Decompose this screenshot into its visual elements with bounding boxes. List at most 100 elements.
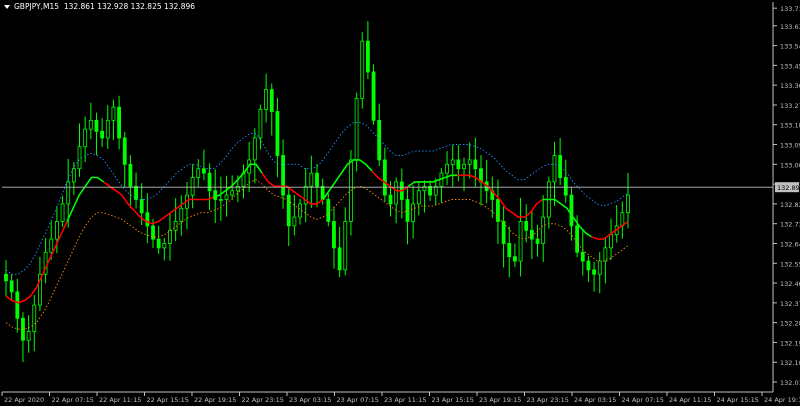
candle-body bbox=[507, 243, 512, 258]
candle-body bbox=[139, 199, 144, 214]
time-tick-label: 24 Apr 19:15 bbox=[764, 396, 800, 404]
price-tick-label: 133.630 bbox=[780, 23, 800, 31]
candle-body bbox=[252, 137, 257, 161]
candle-body bbox=[428, 185, 432, 196]
candle-body bbox=[207, 172, 212, 192]
moving-average-line bbox=[103, 181, 214, 225]
candle-body bbox=[15, 291, 20, 319]
candle-body bbox=[473, 159, 478, 170]
candle-body bbox=[168, 229, 172, 244]
candle-body bbox=[94, 119, 99, 132]
price-tick-label: 132.370 bbox=[780, 300, 800, 308]
price-tick-label: 132.820 bbox=[780, 201, 800, 209]
time-tick-label: 23 Apr 07:15 bbox=[337, 396, 379, 404]
price-tick-label: 132.190 bbox=[780, 339, 800, 347]
candle-body bbox=[586, 260, 591, 271]
moving-average-line bbox=[408, 174, 458, 187]
time-tick-label: 24 Apr 03:15 bbox=[574, 396, 616, 404]
candle-body bbox=[292, 216, 297, 227]
candle-body bbox=[580, 251, 585, 262]
candle-body bbox=[541, 216, 546, 244]
candle-body bbox=[360, 40, 365, 99]
candle-body bbox=[592, 269, 596, 275]
candle-body bbox=[603, 247, 608, 262]
candle-body bbox=[445, 163, 449, 174]
moving-average-line bbox=[322, 159, 373, 200]
candle-body bbox=[569, 194, 574, 227]
price-chart[interactable]: 133.710 133.630 133.540 133.450 133.360 133.2… bbox=[0, 0, 800, 406]
candle-body bbox=[218, 199, 223, 201]
candle-body bbox=[286, 194, 291, 227]
candle-body bbox=[88, 119, 93, 130]
time-tick-label: 23 Apr 11:15 bbox=[384, 396, 426, 404]
price-tick-label: 133.360 bbox=[780, 82, 800, 90]
candle-body bbox=[111, 106, 116, 121]
price-tick-label: 133.710 bbox=[780, 5, 800, 13]
candle-body bbox=[326, 199, 331, 222]
price-tick-label: 133.000 bbox=[780, 161, 800, 169]
candle-body bbox=[49, 238, 54, 253]
candle-body bbox=[128, 163, 133, 187]
time-tick-label: 22 Apr 11:15 bbox=[99, 396, 141, 404]
candle-body bbox=[309, 172, 314, 187]
candle-body bbox=[230, 190, 235, 196]
candle-body bbox=[371, 71, 376, 121]
candle-body bbox=[134, 185, 138, 200]
candle-body bbox=[597, 260, 602, 275]
time-tick-label: 22 Apr 07:15 bbox=[52, 396, 94, 404]
candle-body bbox=[54, 221, 59, 240]
price-tick-label: 132.010 bbox=[780, 379, 800, 387]
candle-body bbox=[269, 89, 274, 112]
price-tick-label: 133.090 bbox=[780, 142, 800, 150]
time-tick-label: 23 Apr 19:15 bbox=[479, 396, 521, 404]
price-tick-label: 133.540 bbox=[780, 43, 800, 51]
candle-body bbox=[190, 177, 195, 196]
candle-body bbox=[626, 194, 630, 214]
candle-body bbox=[575, 225, 580, 253]
candle-body bbox=[411, 203, 416, 222]
candle-body bbox=[156, 238, 161, 249]
candle-body bbox=[609, 234, 613, 249]
candle-body bbox=[456, 159, 461, 170]
chart-window[interactable]: GBPJPY,M15 132.861 132.928 132.825 132.8… bbox=[0, 0, 800, 406]
candle-body bbox=[77, 146, 82, 170]
candle-body bbox=[179, 207, 184, 222]
candle-body bbox=[343, 221, 348, 271]
candle-body bbox=[196, 168, 201, 178]
time-tick-label: 23 Apr 15:15 bbox=[432, 396, 474, 404]
candle-body bbox=[224, 194, 229, 200]
candle-body bbox=[258, 108, 263, 139]
time-tick-label: 22 Apr 15:15 bbox=[147, 396, 189, 404]
time-tick-label: 22 Apr 2020 bbox=[4, 396, 44, 404]
price-tick-label: 132.730 bbox=[780, 221, 800, 229]
time-tick-label: 23 Apr 03:15 bbox=[289, 396, 331, 404]
candle-body bbox=[4, 273, 8, 282]
price-tick-label: 133.180 bbox=[780, 122, 800, 130]
candle-body bbox=[83, 128, 88, 148]
price-tick-label: 133.450 bbox=[780, 62, 800, 70]
candle-body bbox=[145, 212, 150, 227]
candle-body bbox=[337, 247, 342, 271]
candle-body bbox=[416, 190, 421, 205]
candle-body bbox=[388, 194, 393, 205]
candle-body bbox=[558, 155, 563, 178]
candle-body bbox=[524, 221, 529, 231]
candle-body bbox=[450, 159, 455, 165]
time-tick-label: 22 Apr 23:15 bbox=[242, 396, 284, 404]
candle-body bbox=[365, 40, 370, 73]
candle-body bbox=[518, 221, 523, 262]
candle-body bbox=[100, 130, 105, 139]
candle-body bbox=[535, 238, 540, 244]
moving-average-line bbox=[261, 172, 324, 205]
time-tick-label: 23 Apr 23:15 bbox=[527, 396, 569, 404]
price-tick-label: 132.550 bbox=[780, 260, 800, 268]
candle-body bbox=[529, 229, 534, 240]
candles-group bbox=[4, 21, 630, 363]
candle-body bbox=[513, 256, 517, 262]
candle-body bbox=[501, 221, 506, 244]
time-tick-label: 24 Apr 11:15 bbox=[669, 396, 711, 404]
candle-body bbox=[32, 304, 37, 332]
candle-body bbox=[354, 97, 359, 161]
candle-body bbox=[275, 111, 280, 156]
candle-body bbox=[66, 181, 71, 205]
